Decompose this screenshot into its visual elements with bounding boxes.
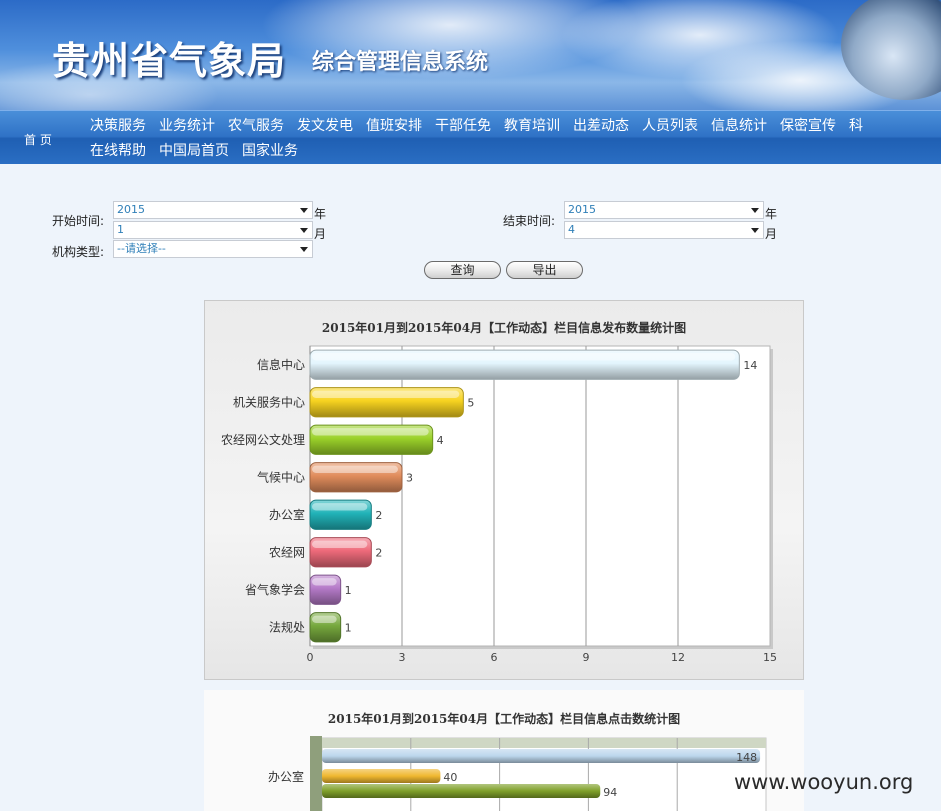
data-label: 1	[345, 584, 352, 597]
org-type-value: --请选择--	[117, 242, 166, 255]
nav-row-2: 在线帮助 中国局首页 国家业务	[90, 140, 311, 160]
nav-item[interactable]: 中国局首页	[159, 140, 229, 160]
start-year-value: 2015	[117, 203, 145, 216]
end-year-value: 2015	[568, 203, 596, 216]
year-unit: 年	[314, 207, 327, 221]
start-month-select[interactable]: 1	[113, 221, 313, 239]
nav-item[interactable]: 出差动态	[573, 115, 629, 135]
header-banner: 贵州省气象局 综合管理信息系统	[0, 0, 941, 110]
click-count-chart: 2015年01月到2015年04月【工作动态】栏目信息点击数统计图 148 40 9…	[204, 690, 804, 811]
start-year-select[interactable]: 2015	[113, 201, 313, 219]
data-label: 2	[375, 509, 382, 522]
x-tick-label: 12	[671, 651, 685, 664]
chevron-down-icon	[300, 228, 308, 233]
nav-item[interactable]: 科	[849, 115, 863, 135]
category-label: 农经网	[269, 545, 305, 559]
nav-item[interactable]: 决策服务	[90, 115, 146, 135]
category-label: 法规处	[269, 619, 305, 634]
bar-highlight	[312, 465, 398, 473]
org-type-label: 机构类型:	[52, 245, 105, 259]
bar	[322, 769, 441, 783]
x-tick-label: 6	[491, 651, 498, 664]
chevron-down-icon	[751, 208, 759, 213]
category-label: 机关服务中心	[233, 394, 305, 409]
month-unit: 月	[314, 227, 327, 241]
plot-top-band	[322, 738, 766, 748]
data-label: 1	[345, 621, 352, 634]
nav-row-1: 决策服务 业务统计 农气服务 发文发电 值班安排 干部任免 教育培训 出差动态 …	[90, 115, 876, 135]
end-month-value: 4	[568, 223, 575, 236]
watermark-text: www.wooyun.org	[734, 770, 914, 794]
nav-item[interactable]: 发文发电	[297, 115, 353, 135]
nav-item[interactable]: 保密宣传	[780, 115, 836, 135]
nav-item[interactable]: 教育培训	[504, 115, 560, 135]
nav-item[interactable]: 国家业务	[242, 140, 298, 160]
publish-count-chart-svg: 0 3 6 9 12 15 14 信息中心 5 机关服务中心 4 农经网公文处理 3 气候中心 2 办公室 2 农…	[221, 345, 777, 664]
org-type-select[interactable]: --请选择--	[113, 240, 313, 258]
nav-item[interactable]: 值班安排	[366, 115, 422, 135]
data-label: 40	[443, 771, 457, 784]
publish-count-chart: 2015年01月到2015年04月【工作动态】栏目信息发布数量统计图 03691…	[204, 300, 804, 680]
x-tick-label: 15	[763, 651, 777, 664]
nav-item[interactable]: 在线帮助	[90, 140, 146, 160]
site-subtitle: 综合管理信息系统	[312, 49, 489, 75]
x-tick-label: 0	[307, 651, 314, 664]
data-label: 148	[736, 751, 757, 764]
category-label: 气候中心	[257, 469, 305, 484]
start-month-value: 1	[117, 223, 124, 236]
bar	[322, 749, 761, 763]
bar	[322, 784, 601, 798]
query-button[interactable]: 查询	[424, 261, 501, 279]
export-button[interactable]: 导出	[506, 261, 583, 279]
bar-highlight	[312, 390, 460, 398]
x-tick-label: 9	[583, 651, 590, 664]
data-label: 5	[467, 396, 474, 409]
bar-highlight	[312, 578, 337, 586]
axis-pillar	[310, 736, 322, 811]
data-label: 3	[406, 471, 413, 484]
category-label: 省气象学会	[245, 582, 305, 597]
bar-highlight	[312, 540, 368, 548]
chevron-down-icon	[300, 208, 308, 213]
year-unit: 年	[765, 207, 778, 221]
end-year-select[interactable]: 2015	[564, 201, 764, 219]
end-month-select[interactable]: 4	[564, 221, 764, 239]
nav-item[interactable]: 干部任免	[435, 115, 491, 135]
data-label: 94	[603, 786, 617, 799]
nav-item[interactable]: 业务统计	[159, 115, 215, 135]
bar-highlight	[312, 503, 368, 511]
main-nav: 首 页 决策服务 业务统计 农气服务 发文发电 值班安排 干部任免 教育培训 出…	[0, 110, 941, 164]
x-tick-label: 3	[399, 651, 406, 664]
category-label: 办公室	[269, 507, 305, 522]
nav-item[interactable]: 人员列表	[642, 115, 698, 135]
end-time-label: 结束时间:	[503, 214, 556, 228]
data-label: 4	[437, 434, 444, 447]
bar-highlight	[312, 615, 337, 623]
click-count-chart-svg: 148 40 94 办公室	[268, 736, 767, 811]
start-time-label: 开始时间:	[52, 214, 105, 228]
nav-item[interactable]: 信息统计	[711, 115, 767, 135]
data-label: 14	[743, 359, 757, 372]
category-label: 信息中心	[257, 357, 305, 372]
nav-item[interactable]: 农气服务	[228, 115, 284, 135]
bar-highlight	[312, 428, 429, 436]
chevron-down-icon	[300, 247, 308, 252]
month-unit: 月	[765, 227, 778, 241]
chevron-down-icon	[751, 228, 759, 233]
nav-home-link[interactable]: 首 页	[24, 131, 52, 148]
category-label: 农经网公文处理	[221, 432, 305, 447]
category-label: 办公室	[268, 769, 304, 784]
data-label: 2	[375, 546, 382, 559]
site-title: 贵州省气象局	[52, 38, 287, 83]
bar-highlight	[312, 353, 736, 361]
